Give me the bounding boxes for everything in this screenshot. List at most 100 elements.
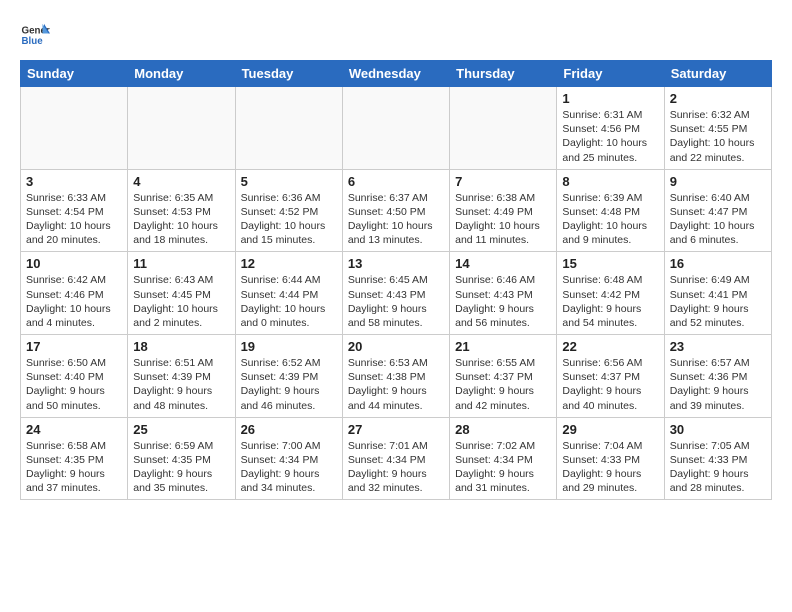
day-number: 28: [455, 422, 551, 437]
calendar-week-row: 3Sunrise: 6:33 AMSunset: 4:54 PMDaylight…: [21, 169, 772, 252]
calendar-cell: 1 Sunrise: 6:31 AMSunset: 4:56 PMDaylight…: [557, 87, 664, 170]
day-info: Sunrise: 6:59 AMSunset: 4:35 PMDaylight:…: [133, 439, 229, 496]
day-number: 10: [26, 256, 122, 271]
calendar-cell: 18 Sunrise: 6:51 AMSunset: 4:39 PMDayligh…: [128, 335, 235, 418]
day-number: 26: [241, 422, 337, 437]
weekday-header: Friday: [557, 61, 664, 87]
calendar-cell: [128, 87, 235, 170]
logo: General Blue: [20, 20, 54, 50]
day-number: 20: [348, 339, 444, 354]
day-number: 2: [670, 91, 766, 106]
day-info: Sunrise: 6:51 AMSunset: 4:39 PMDaylight:…: [133, 356, 229, 413]
weekday-header: Wednesday: [342, 61, 449, 87]
day-number: 17: [26, 339, 122, 354]
day-number: 7: [455, 174, 551, 189]
day-number: 1: [562, 91, 658, 106]
day-number: 30: [670, 422, 766, 437]
calendar-cell: 26 Sunrise: 7:00 AMSunset: 4:34 PMDayligh…: [235, 417, 342, 500]
calendar-table: SundayMondayTuesdayWednesdayThursdayFrid…: [20, 60, 772, 500]
day-number: 18: [133, 339, 229, 354]
calendar-cell: [342, 87, 449, 170]
calendar-header-row: SundayMondayTuesdayWednesdayThursdayFrid…: [21, 61, 772, 87]
calendar-cell: 30 Sunrise: 7:05 AMSunset: 4:33 PMDayligh…: [664, 417, 771, 500]
calendar-cell: 6 Sunrise: 6:37 AMSunset: 4:50 PMDaylight…: [342, 169, 449, 252]
day-number: 27: [348, 422, 444, 437]
day-number: 29: [562, 422, 658, 437]
calendar-cell: 27 Sunrise: 7:01 AMSunset: 4:34 PMDayligh…: [342, 417, 449, 500]
calendar-cell: 20Sunrise: 6:53 AMSunset: 4:38 PMDayligh…: [342, 335, 449, 418]
day-number: 3: [26, 174, 122, 189]
calendar-cell: 11 Sunrise: 6:43 AMSunset: 4:45 PMDayligh…: [128, 252, 235, 335]
day-info: Sunrise: 6:37 AMSunset: 4:50 PMDaylight:…: [348, 191, 444, 248]
weekday-header: Tuesday: [235, 61, 342, 87]
day-number: 24: [26, 422, 122, 437]
day-info: Sunrise: 6:31 AMSunset: 4:56 PMDaylight:…: [562, 108, 658, 165]
calendar-cell: 13 Sunrise: 6:45 AMSunset: 4:43 PMDayligh…: [342, 252, 449, 335]
weekday-header: Sunday: [21, 61, 128, 87]
day-number: 11: [133, 256, 229, 271]
day-number: 14: [455, 256, 551, 271]
calendar-cell: 8Sunrise: 6:39 AMSunset: 4:48 PMDaylight…: [557, 169, 664, 252]
day-number: 25: [133, 422, 229, 437]
calendar-cell: 29 Sunrise: 7:04 AMSunset: 4:33 PMDayligh…: [557, 417, 664, 500]
day-number: 15: [562, 256, 658, 271]
calendar-week-row: 24 Sunrise: 6:58 AMSunset: 4:35 PMDayligh…: [21, 417, 772, 500]
calendar-cell: 16 Sunrise: 6:49 AMSunset: 4:41 PMDayligh…: [664, 252, 771, 335]
day-number: 6: [348, 174, 444, 189]
day-info: Sunrise: 7:00 AMSunset: 4:34 PMDaylight:…: [241, 439, 337, 496]
day-info: Sunrise: 7:02 AMSunset: 4:34 PMDaylight:…: [455, 439, 551, 496]
day-info: Sunrise: 7:01 AMSunset: 4:34 PMDaylight:…: [348, 439, 444, 496]
calendar-cell: [21, 87, 128, 170]
calendar-cell: 12Sunrise: 6:44 AMSunset: 4:44 PMDayligh…: [235, 252, 342, 335]
calendar-cell: 28 Sunrise: 7:02 AMSunset: 4:34 PMDayligh…: [450, 417, 557, 500]
weekday-header: Monday: [128, 61, 235, 87]
day-info: Sunrise: 7:04 AMSunset: 4:33 PMDaylight:…: [562, 439, 658, 496]
day-number: 23: [670, 339, 766, 354]
day-number: 21: [455, 339, 551, 354]
day-info: Sunrise: 6:52 AMSunset: 4:39 PMDaylight:…: [241, 356, 337, 413]
calendar-cell: 25 Sunrise: 6:59 AMSunset: 4:35 PMDayligh…: [128, 417, 235, 500]
calendar-cell: [235, 87, 342, 170]
calendar-cell: 23 Sunrise: 6:57 AMSunset: 4:36 PMDayligh…: [664, 335, 771, 418]
weekday-header: Saturday: [664, 61, 771, 87]
day-info: Sunrise: 6:46 AMSunset: 4:43 PMDaylight:…: [455, 273, 551, 330]
day-info: Sunrise: 6:49 AMSunset: 4:41 PMDaylight:…: [670, 273, 766, 330]
day-number: 4: [133, 174, 229, 189]
calendar-week-row: 10 Sunrise: 6:42 AMSunset: 4:46 PMDayligh…: [21, 252, 772, 335]
day-info: Sunrise: 6:58 AMSunset: 4:35 PMDaylight:…: [26, 439, 122, 496]
svg-text:Blue: Blue: [22, 36, 44, 47]
calendar-week-row: 17 Sunrise: 6:50 AMSunset: 4:40 PMDayligh…: [21, 335, 772, 418]
calendar-cell: 5Sunrise: 6:36 AMSunset: 4:52 PMDaylight…: [235, 169, 342, 252]
day-number: 16: [670, 256, 766, 271]
calendar-cell: 22Sunrise: 6:56 AMSunset: 4:37 PMDayligh…: [557, 335, 664, 418]
day-info: Sunrise: 7:05 AMSunset: 4:33 PMDaylight:…: [670, 439, 766, 496]
day-info: Sunrise: 6:48 AMSunset: 4:42 PMDaylight:…: [562, 273, 658, 330]
day-info: Sunrise: 6:32 AMSunset: 4:55 PMDaylight:…: [670, 108, 766, 165]
calendar-cell: 19 Sunrise: 6:52 AMSunset: 4:39 PMDayligh…: [235, 335, 342, 418]
calendar-cell: 24 Sunrise: 6:58 AMSunset: 4:35 PMDayligh…: [21, 417, 128, 500]
day-info: Sunrise: 6:55 AMSunset: 4:37 PMDaylight:…: [455, 356, 551, 413]
calendar-cell: 14 Sunrise: 6:46 AMSunset: 4:43 PMDayligh…: [450, 252, 557, 335]
day-info: Sunrise: 6:56 AMSunset: 4:37 PMDaylight:…: [562, 356, 658, 413]
calendar-cell: 9 Sunrise: 6:40 AMSunset: 4:47 PMDaylight…: [664, 169, 771, 252]
day-info: Sunrise: 6:50 AMSunset: 4:40 PMDaylight:…: [26, 356, 122, 413]
day-info: Sunrise: 6:36 AMSunset: 4:52 PMDaylight:…: [241, 191, 337, 248]
day-info: Sunrise: 6:35 AMSunset: 4:53 PMDaylight:…: [133, 191, 229, 248]
day-number: 13: [348, 256, 444, 271]
day-info: Sunrise: 6:57 AMSunset: 4:36 PMDaylight:…: [670, 356, 766, 413]
day-info: Sunrise: 6:44 AMSunset: 4:44 PMDaylight:…: [241, 273, 337, 330]
day-info: Sunrise: 6:38 AMSunset: 4:49 PMDaylight:…: [455, 191, 551, 248]
calendar-cell: 7 Sunrise: 6:38 AMSunset: 4:49 PMDaylight…: [450, 169, 557, 252]
calendar-week-row: 1 Sunrise: 6:31 AMSunset: 4:56 PMDaylight…: [21, 87, 772, 170]
day-number: 9: [670, 174, 766, 189]
calendar-cell: 2 Sunrise: 6:32 AMSunset: 4:55 PMDaylight…: [664, 87, 771, 170]
calendar-cell: 4 Sunrise: 6:35 AMSunset: 4:53 PMDaylight…: [128, 169, 235, 252]
day-info: Sunrise: 6:45 AMSunset: 4:43 PMDaylight:…: [348, 273, 444, 330]
day-info: Sunrise: 6:40 AMSunset: 4:47 PMDaylight:…: [670, 191, 766, 248]
day-number: 19: [241, 339, 337, 354]
day-info: Sunrise: 6:42 AMSunset: 4:46 PMDaylight:…: [26, 273, 122, 330]
day-info: Sunrise: 6:43 AMSunset: 4:45 PMDaylight:…: [133, 273, 229, 330]
day-info: Sunrise: 6:39 AMSunset: 4:48 PMDaylight:…: [562, 191, 658, 248]
calendar-cell: 21 Sunrise: 6:55 AMSunset: 4:37 PMDayligh…: [450, 335, 557, 418]
calendar-cell: 15 Sunrise: 6:48 AMSunset: 4:42 PMDayligh…: [557, 252, 664, 335]
